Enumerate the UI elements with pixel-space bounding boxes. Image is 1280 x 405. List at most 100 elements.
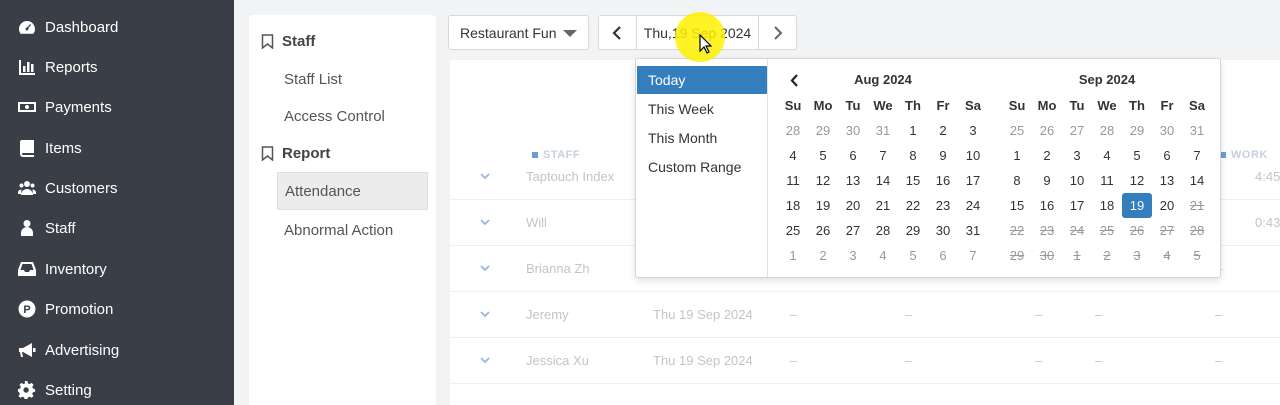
- sidebar-item-customers[interactable]: Customers: [0, 171, 234, 205]
- calendar-day[interactable]: 1: [778, 243, 808, 268]
- calendar-day[interactable]: 21: [868, 193, 898, 218]
- calendar-day[interactable]: 7: [868, 143, 898, 168]
- calendar-day[interactable]: 3: [958, 118, 988, 143]
- range-option-this-month[interactable]: This Month: [637, 124, 767, 152]
- range-option-custom-range[interactable]: Custom Range: [637, 153, 767, 181]
- calendar-day[interactable]: 14: [868, 168, 898, 193]
- calendar-day[interactable]: 22: [898, 193, 928, 218]
- calendar-day[interactable]: 23: [928, 193, 958, 218]
- calendar-day[interactable]: 15: [1002, 193, 1032, 218]
- calendar-day[interactable]: 29: [898, 218, 928, 243]
- calendar-day[interactable]: 1: [1002, 143, 1032, 168]
- calendar-day[interactable]: 9: [1032, 168, 1062, 193]
- calendar-day[interactable]: 12: [808, 168, 838, 193]
- calendar-day[interactable]: 3: [1062, 143, 1092, 168]
- calendar-day[interactable]: 20: [1152, 193, 1182, 218]
- table-row[interactable]: Jessica Xu Thu 19 Sep 2024 – – – – –: [450, 338, 1280, 384]
- bookmark-icon: [261, 34, 274, 49]
- calendar-day[interactable]: 30: [838, 118, 868, 143]
- calendar-day[interactable]: 27: [838, 218, 868, 243]
- sidebar-item-items[interactable]: Items: [0, 131, 234, 165]
- calendar-day[interactable]: 3: [838, 243, 868, 268]
- calendar-day[interactable]: 10: [1062, 168, 1092, 193]
- sidebar-item-promotion[interactable]: P Promotion: [0, 292, 234, 326]
- calendar-day[interactable]: 18: [778, 193, 808, 218]
- calendar-day[interactable]: 24: [958, 193, 988, 218]
- calendar-day[interactable]: 31: [958, 218, 988, 243]
- calendar-day[interactable]: 26: [808, 218, 838, 243]
- store-select[interactable]: Restaurant Fun: [448, 15, 589, 50]
- calendar-day[interactable]: 8: [1002, 168, 1032, 193]
- calendar-day[interactable]: 6: [838, 143, 868, 168]
- table-row[interactable]: Jeremy Thu 19 Sep 2024 – – – – –: [450, 292, 1280, 338]
- calendar-day[interactable]: 26: [1032, 118, 1062, 143]
- calendar-day[interactable]: 20: [838, 193, 868, 218]
- calendar-day[interactable]: 5: [898, 243, 928, 268]
- calendar-day[interactable]: 31: [868, 118, 898, 143]
- sidebar-item-reports[interactable]: Reports: [0, 50, 234, 84]
- calendar-day[interactable]: 12: [1122, 168, 1152, 193]
- calendar-day[interactable]: 25: [778, 218, 808, 243]
- calendar-day[interactable]: 7: [1182, 143, 1212, 168]
- chevron-down-icon[interactable]: [480, 355, 490, 365]
- subnav-access-control-label: Access Control: [284, 107, 385, 125]
- subnav-staff-list[interactable]: Staff List: [277, 60, 428, 98]
- calendar-day[interactable]: 10: [958, 143, 988, 168]
- chevron-down-icon[interactable]: [480, 263, 490, 273]
- subnav-attendance[interactable]: Attendance: [277, 172, 428, 210]
- calendar-day[interactable]: 18: [1092, 193, 1122, 218]
- calendar-day[interactable]: 28: [1092, 118, 1122, 143]
- calendar-day[interactable]: 29: [1122, 118, 1152, 143]
- chevron-down-icon[interactable]: [480, 309, 490, 319]
- calendar-day[interactable]: 13: [1152, 168, 1182, 193]
- calendar-day[interactable]: 28: [778, 118, 808, 143]
- next-date-button[interactable]: [759, 16, 796, 49]
- calendar-day[interactable]: 25: [1002, 118, 1032, 143]
- calendar-day[interactable]: 6: [1152, 143, 1182, 168]
- calendar-day[interactable]: 4: [778, 143, 808, 168]
- svg-text:P: P: [23, 304, 30, 316]
- calendar-day[interactable]: 29: [808, 118, 838, 143]
- sidebar-item-staff[interactable]: Staff: [0, 211, 234, 245]
- sidebar-item-dashboard[interactable]: Dashboard: [0, 10, 234, 44]
- previous-date-button[interactable]: [599, 16, 636, 49]
- calendar-day-selected[interactable]: 19: [1122, 193, 1152, 218]
- calendar-day[interactable]: 11: [778, 168, 808, 193]
- calendar-day[interactable]: 19: [808, 193, 838, 218]
- calendar-day[interactable]: 17: [958, 168, 988, 193]
- calendar-day[interactable]: 5: [1122, 143, 1152, 168]
- calendar-day[interactable]: 11: [1092, 168, 1122, 193]
- calendar-day[interactable]: 13: [838, 168, 868, 193]
- subnav-abnormal-action[interactable]: Abnormal Action: [277, 211, 428, 249]
- calendar-day[interactable]: 16: [928, 168, 958, 193]
- calendar-day[interactable]: 4: [868, 243, 898, 268]
- range-option-this-week[interactable]: This Week: [637, 95, 767, 123]
- calendar-day[interactable]: 31: [1182, 118, 1212, 143]
- calendar-day[interactable]: 2: [1032, 143, 1062, 168]
- calendar-day[interactable]: 2: [808, 243, 838, 268]
- calendar-day[interactable]: 28: [868, 218, 898, 243]
- calendar-day[interactable]: 30: [1152, 118, 1182, 143]
- calendar-day[interactable]: 2: [928, 118, 958, 143]
- sidebar-item-inventory[interactable]: Inventory: [0, 252, 234, 286]
- calendar-day[interactable]: 4: [1092, 143, 1122, 168]
- chevron-down-icon[interactable]: [480, 171, 490, 181]
- calendar-day[interactable]: 5: [808, 143, 838, 168]
- calendar-day[interactable]: 8: [898, 143, 928, 168]
- calendar-day[interactable]: 30: [928, 218, 958, 243]
- calendar-day[interactable]: 17: [1062, 193, 1092, 218]
- calendar-day[interactable]: 15: [898, 168, 928, 193]
- sidebar-item-payments[interactable]: Payments: [0, 90, 234, 124]
- range-option-today[interactable]: Today: [637, 66, 767, 94]
- calendar-day[interactable]: 27: [1062, 118, 1092, 143]
- subnav-access-control[interactable]: Access Control: [277, 97, 428, 135]
- calendar-day[interactable]: 6: [928, 243, 958, 268]
- sidebar-item-advertising[interactable]: Advertising: [0, 333, 234, 367]
- chevron-down-icon[interactable]: [480, 217, 490, 227]
- calendar-day[interactable]: 14: [1182, 168, 1212, 193]
- calendar-day[interactable]: 7: [958, 243, 988, 268]
- calendar-day[interactable]: 16: [1032, 193, 1062, 218]
- calendar-day[interactable]: 9: [928, 143, 958, 168]
- calendar-day[interactable]: 1: [898, 118, 928, 143]
- sidebar-item-setting[interactable]: Setting: [0, 373, 234, 405]
